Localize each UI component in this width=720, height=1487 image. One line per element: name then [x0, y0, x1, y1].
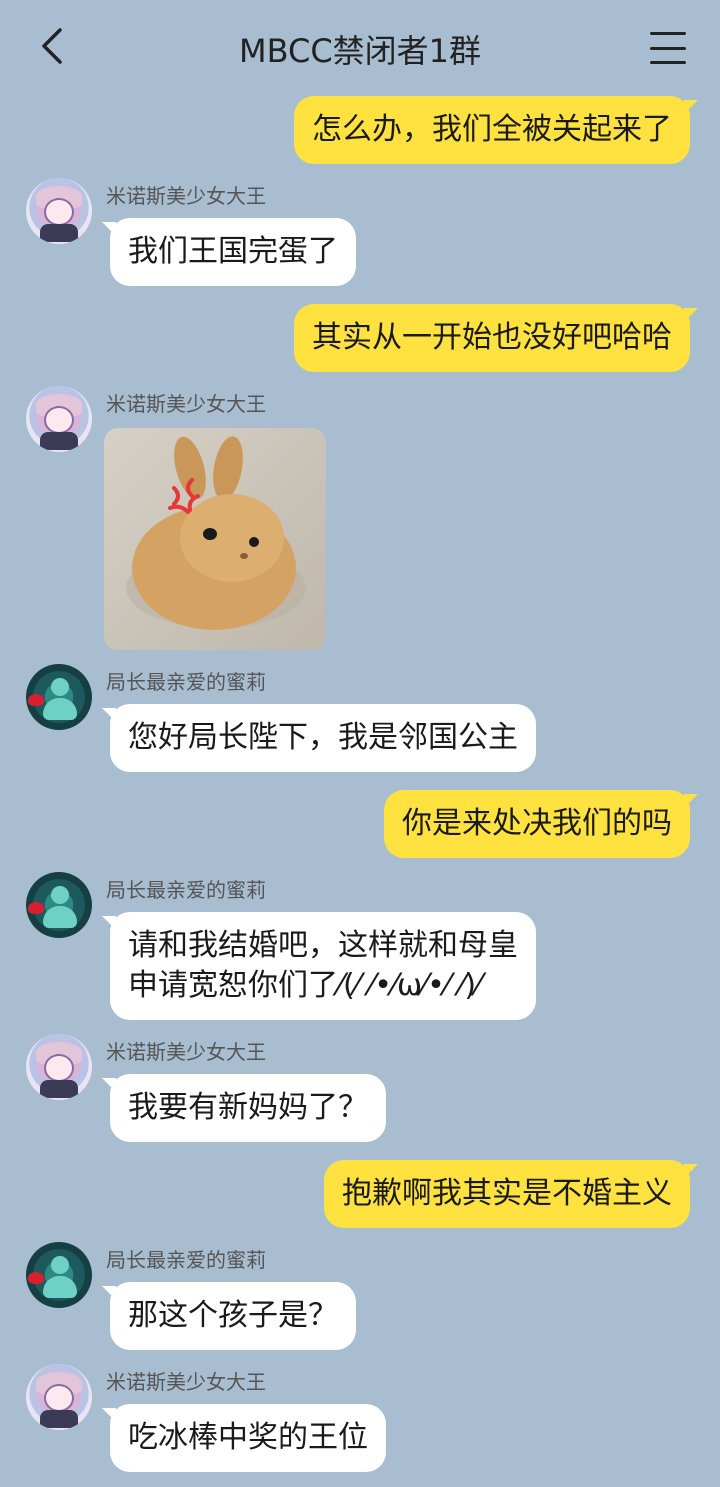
message-bubble-outgoing[interactable]: 怎么办，我们全被关起来了: [294, 96, 698, 164]
message-bubble-outgoing[interactable]: 其实从一开始也没好吧哈哈: [294, 304, 698, 372]
chat-header: MBCC禁闭者1群: [0, 0, 720, 94]
avatar-body: [43, 906, 77, 928]
sender-name: 局长最亲爱的蜜莉: [106, 670, 266, 694]
menu-line: [650, 61, 686, 64]
avatar-head: [51, 678, 69, 696]
sender-name: 米诺斯美少女大王: [106, 1040, 266, 1064]
avatar[interactable]: [26, 872, 92, 938]
heart-icon: [28, 1272, 44, 1284]
avatar-face: [44, 198, 74, 226]
message-bubble-incoming[interactable]: 我们王国完蛋了: [102, 218, 356, 286]
avatar-dress: [40, 1080, 78, 1098]
sender-name: 米诺斯美少女大王: [106, 184, 266, 208]
avatar[interactable]: [26, 664, 92, 730]
message-line: 申请宽恕你们了⁄(⁄ ⁄•⁄ω⁄•⁄ ⁄)⁄: [128, 968, 482, 1003]
message-bubble-incoming[interactable]: 吃冰棒中奖的王位: [102, 1404, 386, 1472]
menu-button[interactable]: [644, 28, 692, 68]
menu-line: [650, 46, 686, 50]
avatar-body: [43, 698, 77, 720]
message-line: 请和我结婚吧，这样就和母皇: [128, 928, 518, 963]
avatar-face: [44, 406, 74, 434]
message-bubble-outgoing[interactable]: 你是来处决我们的吗: [384, 790, 698, 858]
avatar-head: [51, 886, 69, 904]
sender-name: 米诺斯美少女大王: [106, 392, 266, 416]
message-bubble-incoming[interactable]: 您好局长陛下，我是邻国公主: [102, 704, 536, 772]
avatar-dress: [40, 1410, 78, 1428]
avatar-face: [44, 1384, 74, 1412]
avatar-dress: [40, 224, 78, 242]
avatar[interactable]: [26, 1364, 92, 1430]
angry-bunny-sticker[interactable]: [104, 428, 326, 650]
avatar-body: [43, 1276, 77, 1298]
sender-name: 局长最亲爱的蜜莉: [106, 1248, 266, 1272]
avatar[interactable]: [26, 1034, 92, 1100]
avatar[interactable]: [26, 1242, 92, 1308]
avatar-face: [44, 1054, 74, 1082]
chat-title: MBCC禁闭者1群: [238, 32, 482, 70]
sender-name: 局长最亲爱的蜜莉: [106, 878, 266, 902]
avatar-dress: [40, 432, 78, 450]
bunny-image: [126, 436, 306, 630]
hamburger-menu-icon: [650, 32, 686, 35]
message-bubble-incoming[interactable]: 我要有新妈妈了？: [102, 1074, 386, 1142]
heart-icon: [28, 694, 44, 706]
message-bubble-incoming[interactable]: 那这个孩子是？: [102, 1282, 356, 1350]
message-bubble-incoming[interactable]: 请和我结婚吧，这样就和母皇 申请宽恕你们了⁄(⁄ ⁄•⁄ω⁄•⁄ ⁄)⁄: [102, 912, 536, 1020]
sender-name: 米诺斯美少女大王: [106, 1370, 266, 1394]
avatar-head: [51, 1256, 69, 1274]
avatar[interactable]: [26, 178, 92, 244]
message-bubble-outgoing[interactable]: 抱歉啊我其实是不婚主义: [324, 1160, 698, 1228]
avatar[interactable]: [26, 386, 92, 452]
heart-icon: [28, 902, 44, 914]
